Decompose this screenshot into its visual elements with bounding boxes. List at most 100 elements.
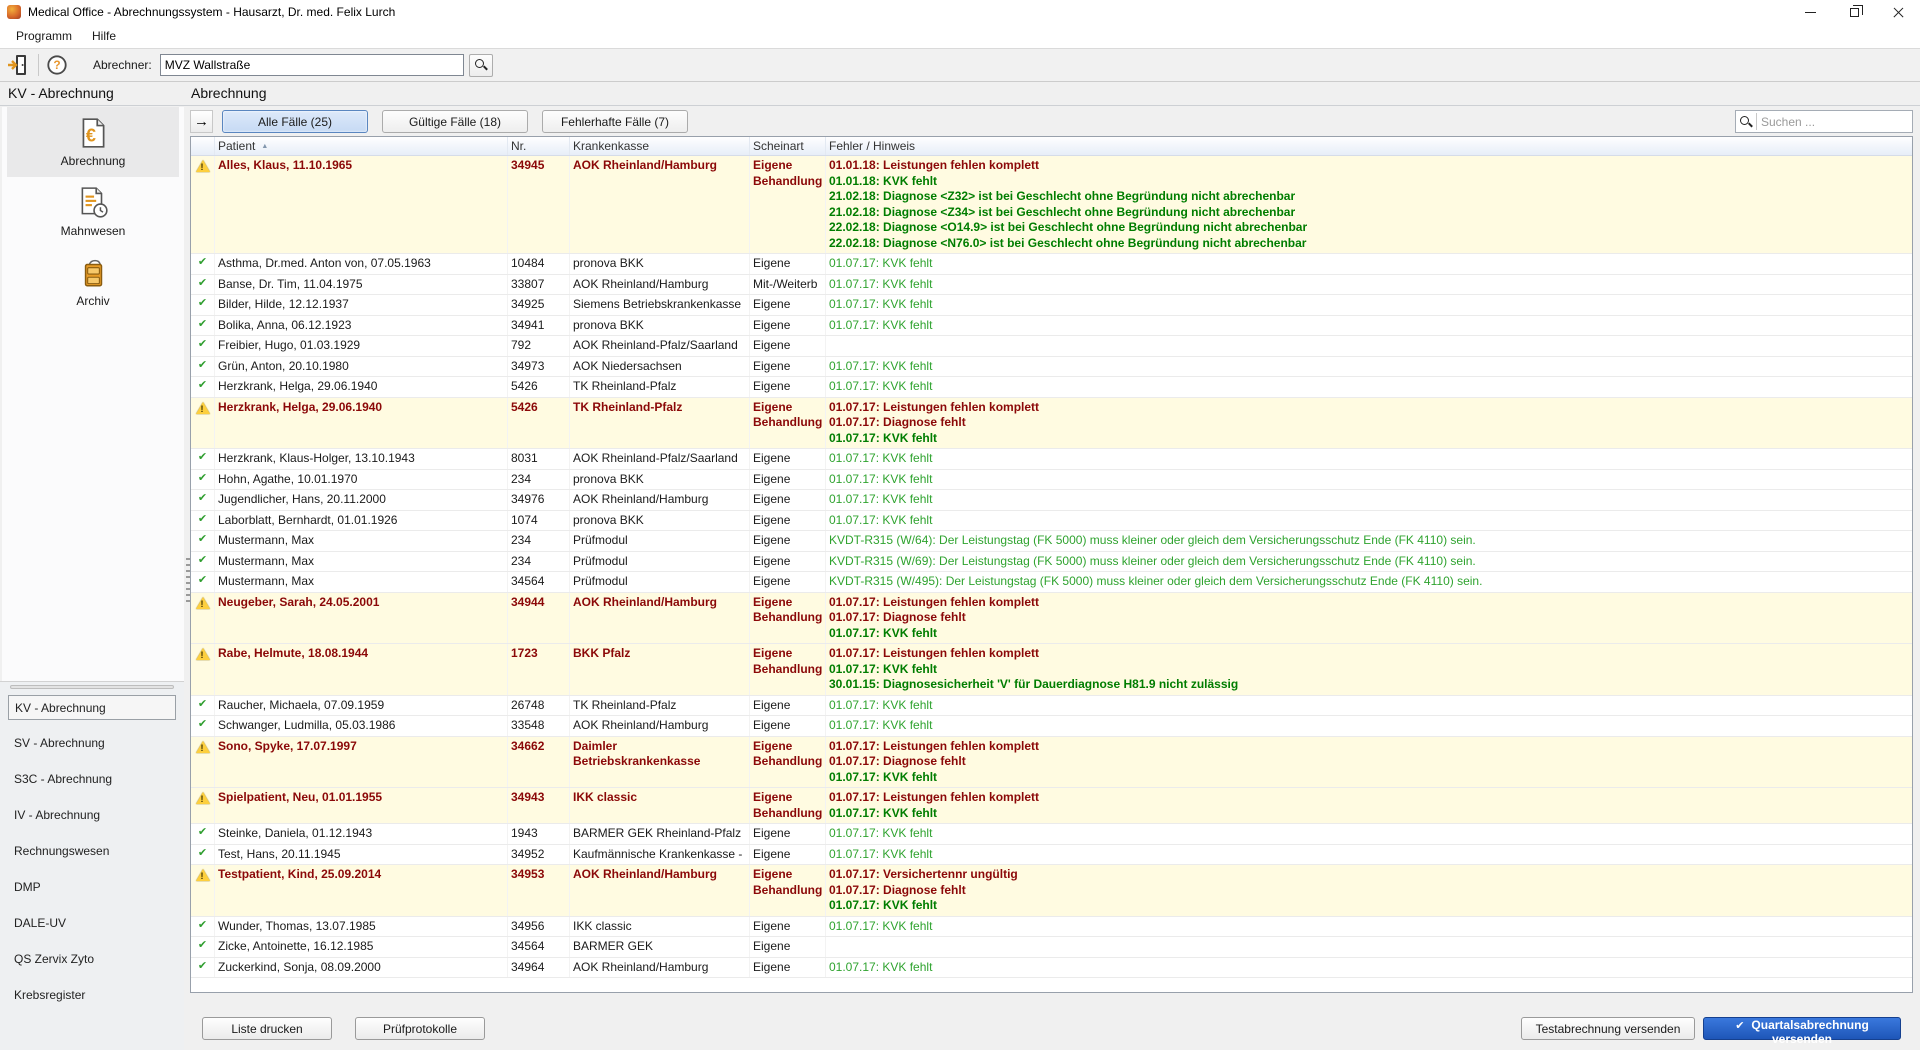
- splitter-handle[interactable]: [10, 685, 174, 689]
- table-row[interactable]: Spielpatient, Neu, 01.01.195534943IKK cl…: [191, 788, 1912, 824]
- table-row[interactable]: ✔Mustermann, Max34564PrüfmodulEigeneKVDT…: [191, 572, 1912, 593]
- table-row[interactable]: ✔Schwanger, Ludmilla, 05.03.198633548AOK…: [191, 716, 1912, 737]
- page-headers: KV - Abrechnung Abrechnung: [0, 82, 1920, 106]
- table-row[interactable]: ✔Banse, Dr. Tim, 11.04.197533807AOK Rhei…: [191, 275, 1912, 296]
- abrechner-search-button[interactable]: [469, 54, 493, 77]
- quartalsabrechnung-versenden-button[interactable]: ✔Quartalsabrechnung versenden: [1703, 1017, 1901, 1040]
- table-header-row: Patient▲Nr.KrankenkasseScheinartFehler /…: [191, 137, 1912, 156]
- cell-status: ✔: [191, 357, 215, 377]
- module-item-krebsregister[interactable]: Krebsregister: [8, 983, 176, 1008]
- table-row[interactable]: ✔Freibier, Hugo, 01.03.1929792AOK Rheinl…: [191, 336, 1912, 357]
- tab-alle-faelle-25[interactable]: Alle Fälle (25): [222, 110, 368, 133]
- table-row[interactable]: ✔Mustermann, Max234PrüfmodulEigeneKVDT-R…: [191, 552, 1912, 573]
- module-item-kv-abrechnung[interactable]: KV - Abrechnung: [8, 695, 176, 720]
- menu-item-programm[interactable]: Programm: [8, 26, 80, 46]
- table-row[interactable]: ✔Grün, Anton, 20.10.198034973AOK Nieders…: [191, 357, 1912, 378]
- cell-nr: 792: [508, 336, 570, 356]
- cell-fehler-hinweis: 01.07.17: KVK fehlt: [826, 377, 1912, 397]
- column-header-patient[interactable]: Patient▲: [215, 137, 508, 155]
- column-header-scheinart[interactable]: Scheinart: [750, 137, 826, 155]
- main-toolbar: ? Abrechner:: [0, 48, 1920, 82]
- table-row[interactable]: ✔Herzkrank, Klaus-Holger, 13.10.19438031…: [191, 449, 1912, 470]
- table-row[interactable]: ✔Steinke, Daniela, 01.12.19431943BARMER …: [191, 824, 1912, 845]
- module-item-s3c-abrechnung[interactable]: S3C - Abrechnung: [8, 767, 176, 792]
- cell-fehler-hinweis: 01.07.17: KVK fehlt: [826, 824, 1912, 844]
- pruefprotokolle-button[interactable]: Prüfprotokolle: [355, 1017, 485, 1040]
- column-header-krankenkasse[interactable]: Krankenkasse: [570, 137, 750, 155]
- table-row[interactable]: Testpatient, Kind, 25.09.201434953AOK Rh…: [191, 865, 1912, 917]
- cell-scheinart: Eigene Behandlung: [750, 644, 826, 695]
- tab-fehlerhafte-faelle-7[interactable]: Fehlerhafte Fälle (7): [542, 110, 688, 133]
- case-search-input[interactable]: [1757, 115, 1912, 129]
- cell-fehler-hinweis: [826, 937, 1912, 957]
- sidebar-item-mahnwesen[interactable]: Mahnwesen: [7, 177, 179, 247]
- table-row[interactable]: ✔Bilder, Hilde, 12.12.193734925Siemens B…: [191, 295, 1912, 316]
- cell-krankenkasse: Siemens Betriebskrankenkasse: [570, 295, 750, 315]
- send-arrow-button[interactable]: →: [190, 110, 213, 133]
- menu-bar: ProgrammHilfe: [0, 24, 1920, 48]
- window-controls: [1788, 0, 1920, 24]
- module-item-dmp[interactable]: DMP: [8, 875, 176, 900]
- module-item-sv-abrechnung[interactable]: SV - Abrechnung: [8, 731, 176, 756]
- cell-krankenkasse: Daimler Betriebskrankenkasse: [570, 737, 750, 788]
- menu-item-hilfe[interactable]: Hilfe: [84, 26, 124, 46]
- ok-check-icon: ✔: [198, 278, 207, 289]
- column-header-nr[interactable]: Nr.: [508, 137, 570, 155]
- cell-nr: 5426: [508, 377, 570, 397]
- cell-fehler-hinweis: 01.07.17: KVK fehlt: [826, 254, 1912, 274]
- sidebar-item-archiv[interactable]: Archiv: [7, 247, 179, 317]
- column-header-fehler-hinweis[interactable]: Fehler / Hinweis: [826, 137, 1912, 155]
- liste-drucken-button[interactable]: Liste drucken: [202, 1017, 332, 1040]
- cell-fehler-hinweis: 01.07.17: Leistungen fehlen komplett01.0…: [826, 593, 1912, 644]
- archive-icon: [7, 256, 179, 290]
- table-row[interactable]: ✔Herzkrank, Helga, 29.06.19405426TK Rhei…: [191, 377, 1912, 398]
- table-row[interactable]: ✔Laborblatt, Bernhardt, 01.01.19261074pr…: [191, 511, 1912, 532]
- tab-gueltige-faelle-18[interactable]: Gültige Fälle (18): [382, 110, 528, 133]
- error-line: 01.07.17: KVK fehlt: [829, 359, 1909, 375]
- cell-krankenkasse: TK Rheinland-Pfalz: [570, 696, 750, 716]
- close-button[interactable]: [1876, 0, 1920, 24]
- abrechner-input[interactable]: [160, 54, 464, 76]
- module-item-dale-uv[interactable]: DALE-UV: [8, 911, 176, 936]
- sidebar-item-abrechnung[interactable]: €Abrechnung: [7, 107, 179, 177]
- table-row[interactable]: Neugeber, Sarah, 24.05.200134944AOK Rhei…: [191, 593, 1912, 645]
- table-row[interactable]: ✔Zuckerkind, Sonja, 08.09.200034964AOK R…: [191, 958, 1912, 979]
- error-line: 01.07.17: KVK fehlt: [829, 770, 1909, 786]
- restore-button[interactable]: [1832, 0, 1876, 24]
- cell-patient: Raucher, Michaela, 07.09.1959: [215, 696, 508, 716]
- cell-status: ✔: [191, 377, 215, 397]
- table-row[interactable]: ✔Wunder, Thomas, 13.07.198534956IKK clas…: [191, 917, 1912, 938]
- testabrechnung-versenden-button[interactable]: Testabrechnung versenden: [1521, 1017, 1695, 1040]
- cell-patient: Hohn, Agathe, 10.01.1970: [215, 470, 508, 490]
- table-row[interactable]: Herzkrank, Helga, 29.06.19405426TK Rhein…: [191, 398, 1912, 450]
- cell-krankenkasse: pronova BKK: [570, 511, 750, 531]
- minimize-button[interactable]: [1788, 0, 1832, 24]
- table-row[interactable]: ✔Test, Hans, 20.11.194534952Kaufmännisch…: [191, 845, 1912, 866]
- sidebar-section-title: KV - Abrechnung: [8, 85, 114, 101]
- table-row[interactable]: ✔Zicke, Antoinette, 16.12.198534564BARME…: [191, 937, 1912, 958]
- error-line: 01.07.17: KVK fehlt: [829, 431, 1909, 447]
- table-row[interactable]: ✔Mustermann, Max234PrüfmodulEigeneKVDT-R…: [191, 531, 1912, 552]
- help-button[interactable]: ?: [45, 53, 69, 77]
- table-row[interactable]: ✔Bolika, Anna, 06.12.192334941pronova BK…: [191, 316, 1912, 337]
- cell-patient: Spielpatient, Neu, 01.01.1955: [215, 788, 508, 823]
- error-line: 01.07.17: KVK fehlt: [829, 826, 1909, 842]
- table-row[interactable]: Rabe, Helmute, 18.08.19441723BKK PfalzEi…: [191, 644, 1912, 696]
- table-row[interactable]: Alles, Klaus, 11.10.196534945AOK Rheinla…: [191, 156, 1912, 254]
- module-item-qs-zervix-zyto[interactable]: QS Zervix Zyto: [8, 947, 176, 972]
- table-row[interactable]: Sono, Spyke, 17.07.199734662Daimler Betr…: [191, 737, 1912, 789]
- table-row[interactable]: ✔Hohn, Agathe, 10.01.1970234pronova BKKE…: [191, 470, 1912, 491]
- table-row[interactable]: ✔Asthma, Dr.med. Anton von, 07.05.196310…: [191, 254, 1912, 275]
- table-row[interactable]: ✔Jugendlicher, Hans, 20.11.200034976AOK …: [191, 490, 1912, 511]
- module-item-iv-abrechnung[interactable]: IV - Abrechnung: [8, 803, 176, 828]
- cell-scheinart: Eigene: [750, 531, 826, 551]
- error-line: 21.02.18: Diagnose <Z34> ist bei Geschle…: [829, 205, 1909, 221]
- cell-status: ✔: [191, 336, 215, 356]
- table-row[interactable]: ✔Raucher, Michaela, 07.09.195926748TK Rh…: [191, 696, 1912, 717]
- module-item-rechnungswesen[interactable]: Rechnungswesen: [8, 839, 176, 864]
- cell-fehler-hinweis: 01.07.17: KVK fehlt: [826, 470, 1912, 490]
- exit-door-button[interactable]: [4, 52, 32, 78]
- cases-table: Patient▲Nr.KrankenkasseScheinartFehler /…: [190, 136, 1913, 993]
- warning-icon: [196, 741, 210, 753]
- column-header-status: [191, 137, 215, 155]
